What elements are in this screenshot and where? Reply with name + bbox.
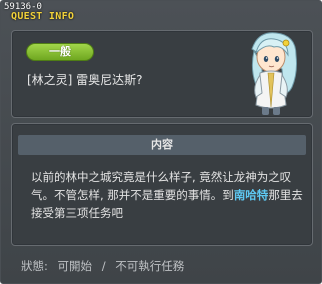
quest-info-window: 59136-0 QUEST INFO 一般 [林之灵] 雷奥尼达斯? 内容 以前… — [0, 0, 322, 284]
status-label: 狀態: — [21, 259, 48, 273]
status-value-startable: 可開始 — [57, 259, 93, 273]
npc-name-link[interactable]: 南哈特 — [234, 188, 269, 202]
window-title: QUEST INFO — [11, 11, 75, 22]
quest-status: 狀態: 可開始 / 不可執行任務 — [21, 258, 190, 274]
quest-name: [林之灵] 雷奥尼达斯? — [27, 73, 143, 87]
status-value-unavailable: 不可執行任務 — [115, 259, 185, 273]
quest-description: 以前的林中之城究竟是什么样子, 竟然让龙神为之叹气。不管怎样, 那并不是重要的事… — [31, 168, 306, 222]
quest-summary-panel: 一般 [林之灵] 雷奥尼达斯? — [11, 30, 313, 118]
quest-content-panel: 内容 以前的林中之城究竟是什么样子, 竟然让龙神为之叹气。不管怎样, 那并不是重… — [11, 123, 313, 246]
quest-category-badge: 一般 — [26, 43, 94, 61]
npc-portrait-icon — [251, 32, 297, 115]
content-section-header: 内容 — [18, 135, 306, 155]
status-separator: / — [101, 259, 106, 273]
